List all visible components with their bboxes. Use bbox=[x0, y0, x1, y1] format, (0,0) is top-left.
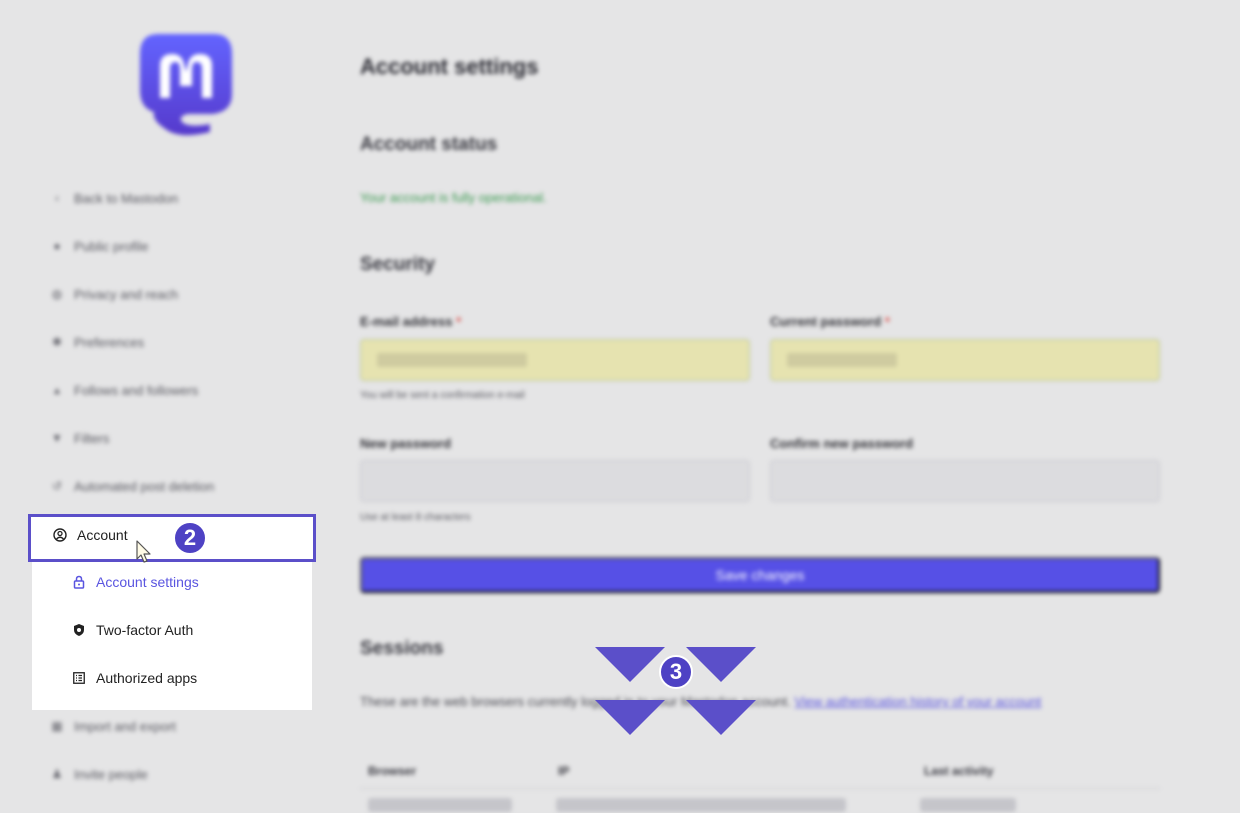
submenu-item-authorized-apps[interactable]: Authorized apps bbox=[72, 666, 197, 690]
step-badge-2: 2 bbox=[173, 521, 207, 555]
history-icon: ↺ bbox=[51, 479, 63, 493]
sidebar-item-privacy[interactable]: ◍ Privacy and reach bbox=[50, 282, 310, 306]
sidebar-item-public-profile[interactable]: ● Public profile bbox=[50, 234, 310, 258]
page-title: Account settings bbox=[360, 54, 539, 79]
sidebar-item-filters[interactable]: ▼ Filters bbox=[50, 426, 310, 450]
filter-icon: ▼ bbox=[51, 431, 63, 445]
current-password-label: Current password * bbox=[770, 314, 890, 329]
sidebar-item-account[interactable]: Account bbox=[53, 527, 128, 543]
table-cell-redacted bbox=[556, 798, 846, 812]
sidebar-item-label: Back to Mastodon bbox=[74, 190, 179, 206]
sidebar-item-label: Public profile bbox=[74, 238, 149, 254]
sidebar-item-label: Privacy and reach bbox=[74, 286, 179, 302]
account-status-message: Your account is fully operational. bbox=[360, 190, 547, 205]
save-changes-button[interactable]: Save changes bbox=[360, 557, 1160, 593]
step-badge-3: 3 bbox=[659, 655, 693, 689]
submenu-item-two-factor[interactable]: Two-factor Auth bbox=[72, 618, 193, 642]
submenu-item-account-settings[interactable]: Account settings bbox=[72, 570, 199, 594]
account-submenu: Account settings Two-factor Auth Authori… bbox=[32, 562, 312, 710]
sidebar-item-follows[interactable]: ▴ Follows and followers bbox=[50, 378, 310, 402]
main-content: Account settings Account status Your acc… bbox=[360, 0, 1160, 813]
column-header-ip: IP bbox=[558, 764, 570, 778]
sidebar-item-back[interactable]: ‹ Back to Mastodon bbox=[50, 186, 310, 210]
globe-icon: ◍ bbox=[51, 287, 63, 301]
sidebar-item-preferences[interactable]: ✱ Preferences bbox=[50, 330, 310, 354]
column-header-last-activity: Last activity bbox=[924, 764, 994, 778]
shield-icon bbox=[72, 623, 86, 637]
app-root: ‹ Back to Mastodon ● Public profile ◍ Pr… bbox=[0, 0, 1240, 813]
gear-icon: ✱ bbox=[51, 335, 63, 349]
table-cell-redacted bbox=[368, 798, 512, 812]
sidebar-item-invite[interactable]: ♟ Invite people bbox=[50, 762, 310, 786]
mouse-cursor-icon bbox=[135, 539, 153, 565]
table-cell-redacted bbox=[920, 798, 1016, 812]
list-icon bbox=[72, 671, 86, 685]
account-status-heading: Account status bbox=[360, 134, 498, 155]
new-password-label: New password bbox=[360, 436, 452, 451]
mastodon-logo-icon[interactable] bbox=[138, 32, 234, 136]
email-field[interactable] bbox=[360, 339, 750, 381]
new-password-field[interactable] bbox=[360, 460, 750, 502]
account-highlight-box: Account bbox=[28, 514, 316, 562]
sidebar-item-import-export[interactable]: ▦ Import and export bbox=[50, 714, 310, 738]
users-icon: ▴ bbox=[53, 383, 61, 397]
person-icon: ● bbox=[53, 239, 61, 253]
password-value-redacted bbox=[787, 353, 897, 367]
submenu-item-label: Authorized apps bbox=[96, 670, 198, 686]
email-value-redacted bbox=[377, 353, 527, 367]
email-label: E-mail address * bbox=[360, 314, 462, 329]
confirm-password-label: Confirm new password bbox=[770, 436, 914, 451]
submenu-item-label: Account settings bbox=[96, 574, 199, 590]
chevron-left-icon: ‹ bbox=[55, 191, 59, 205]
user-plus-icon: ♟ bbox=[51, 767, 63, 781]
lock-icon bbox=[72, 575, 86, 589]
cloud-icon: ▦ bbox=[51, 719, 63, 733]
table-divider bbox=[360, 788, 1160, 789]
sidebar-item-label: Follows and followers bbox=[74, 382, 199, 398]
sidebar-item-label: Invite people bbox=[74, 766, 148, 782]
email-hint: You will be sent a confirmation e-mail bbox=[360, 390, 525, 401]
security-heading: Security bbox=[360, 254, 435, 275]
sidebar-item-post-deletion[interactable]: ↺ Automated post deletion bbox=[50, 474, 310, 498]
auth-history-link[interactable]: View authentication history of your acco… bbox=[794, 694, 1041, 709]
submenu-item-label: Two-factor Auth bbox=[96, 622, 194, 638]
sidebar-item-label: Automated post deletion bbox=[74, 478, 215, 494]
confirm-password-field[interactable] bbox=[770, 460, 1160, 502]
sessions-heading: Sessions bbox=[360, 638, 444, 659]
current-password-field[interactable] bbox=[770, 339, 1160, 381]
sidebar-item-label: Filters bbox=[74, 430, 110, 446]
new-password-hint: Use at least 8 characters bbox=[360, 512, 471, 523]
user-circle-icon bbox=[53, 528, 67, 542]
column-header-browser: Browser bbox=[368, 764, 417, 778]
sidebar-item-label: Import and export bbox=[74, 718, 176, 734]
sidebar-item-label: Account bbox=[77, 527, 128, 543]
sidebar-item-label: Preferences bbox=[74, 334, 145, 350]
